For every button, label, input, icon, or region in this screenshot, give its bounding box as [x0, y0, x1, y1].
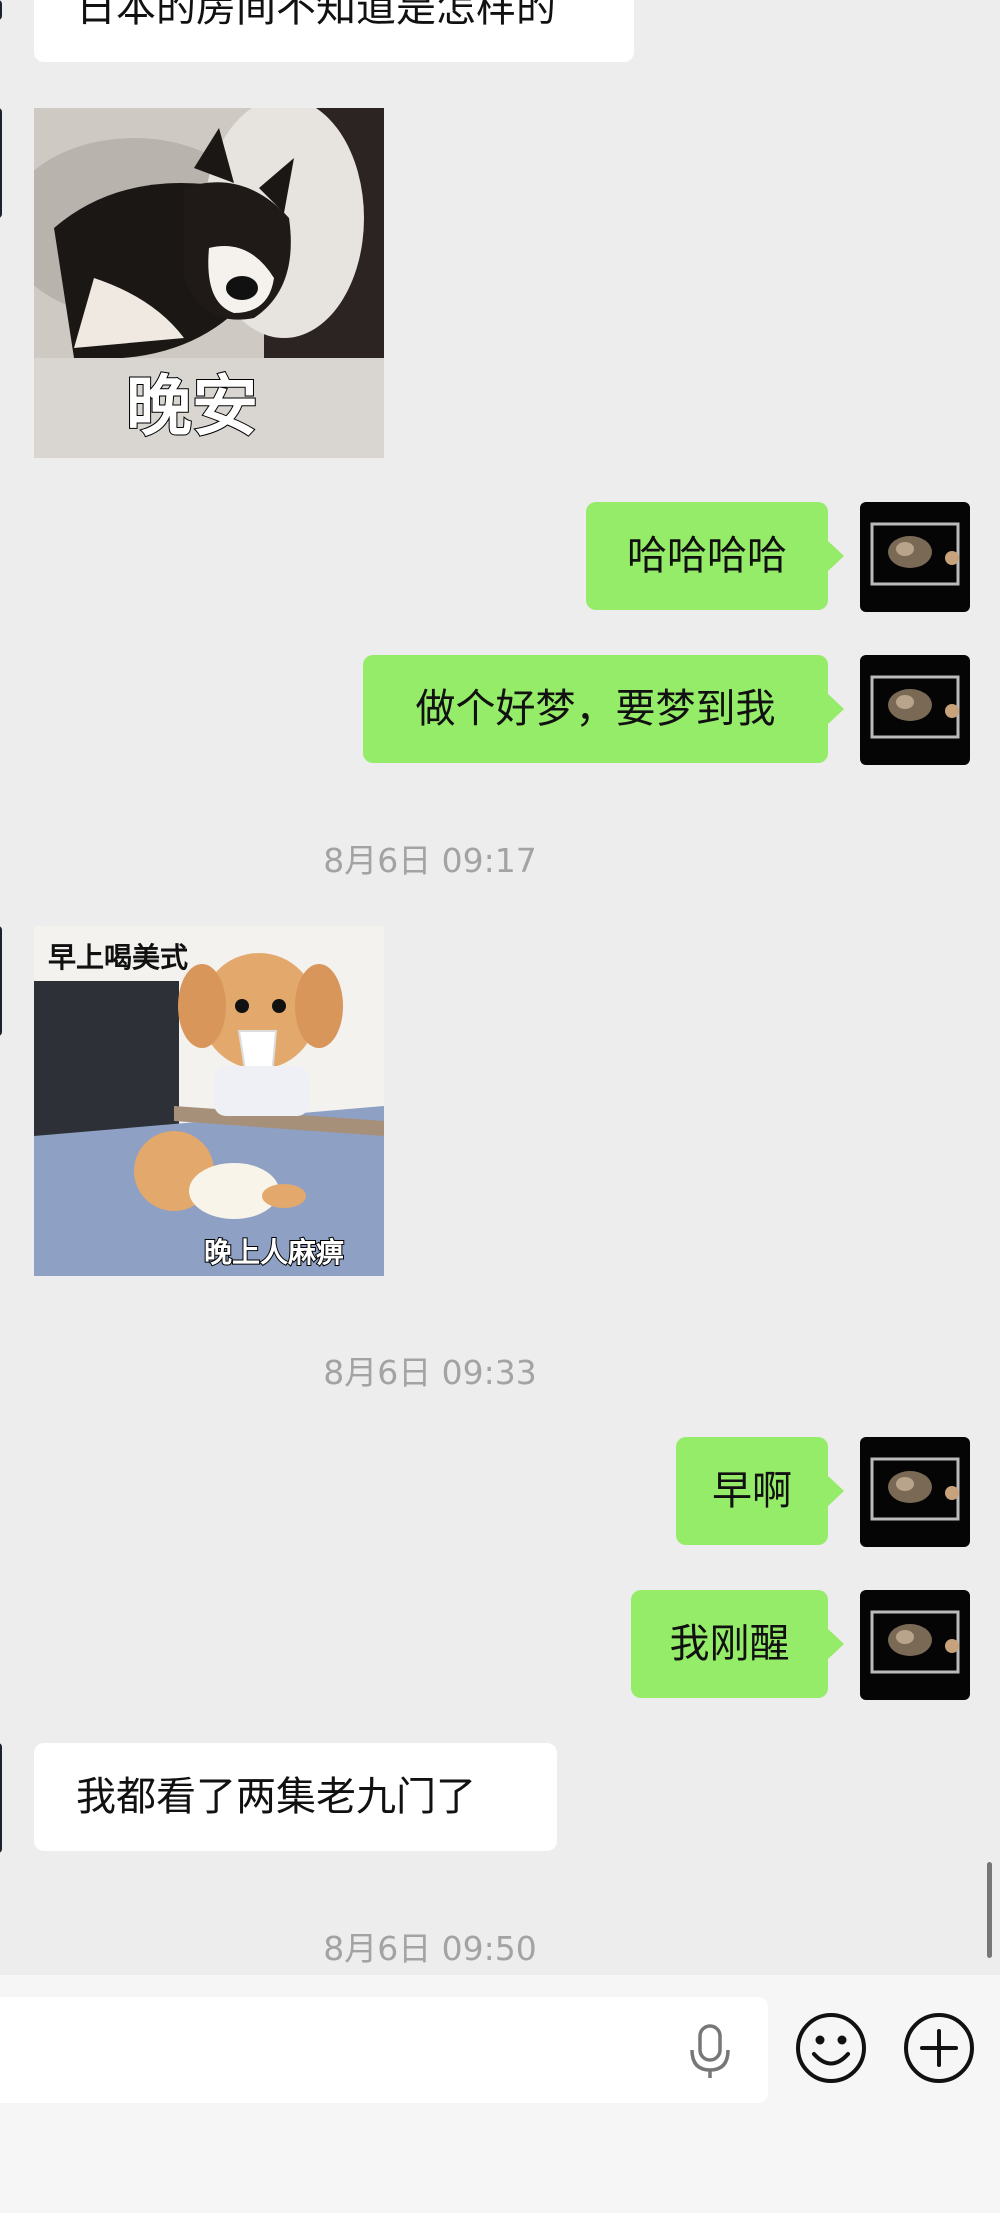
sticker-caption: 晚上人麻痹	[203, 1235, 345, 1270]
avatar-image	[870, 1610, 960, 1674]
sticker-message[interactable]: 晚安	[34, 108, 384, 458]
outgoing-message[interactable]: 哈哈哈哈	[586, 502, 844, 610]
message-text: 日本的房间不知道是怎样的	[76, 0, 556, 31]
incoming-message[interactable]: 我都看了两集老九门了	[34, 1743, 557, 1851]
contact-avatar[interactable]	[0, 0, 2, 20]
plus-circle-icon[interactable]	[902, 2011, 976, 2085]
sticker-caption: 早上喝美式	[48, 941, 189, 974]
message-input[interactable]	[0, 1997, 768, 2103]
timestamp: 8月6日 09:33	[323, 1353, 537, 1392]
message-text: 我都看了两集老九门了	[76, 1774, 476, 1820]
timestamp: 8月6日 09:17	[323, 841, 537, 880]
avatar-image	[870, 675, 960, 739]
my-avatar[interactable]	[860, 655, 970, 765]
timestamp: 8月6日 09:50	[323, 1929, 537, 1968]
outgoing-message[interactable]: 做个好梦，要梦到我	[363, 655, 844, 763]
contact-avatar[interactable]	[0, 1743, 2, 1853]
message-text: 我刚醒	[669, 1621, 790, 1667]
chat-history[interactable]: 日本的房间不知道是怎样的 晚安 哈哈哈哈 做个好梦，要梦到我 8月6日 09:1…	[0, 0, 1000, 1975]
message-text: 哈哈哈哈	[627, 533, 787, 579]
smiley-face-icon[interactable]	[794, 2011, 868, 2085]
bear-toy-sticker	[34, 926, 384, 1276]
my-avatar[interactable]	[860, 502, 970, 612]
sticker-caption: 晚安	[125, 367, 259, 446]
microphone-icon[interactable]	[686, 2024, 734, 2080]
message-text: 做个好梦，要梦到我	[415, 686, 776, 732]
my-avatar[interactable]	[860, 1437, 970, 1547]
sticker-message[interactable]: 早上喝美式 晚上人麻痹	[34, 926, 384, 1276]
message-text: 早啊	[712, 1468, 792, 1514]
outgoing-message[interactable]: 早啊	[676, 1437, 844, 1545]
outgoing-message[interactable]: 我刚醒	[631, 1590, 844, 1698]
scrollbar[interactable]	[987, 1862, 992, 1958]
incoming-message[interactable]: 日本的房间不知道是怎样的	[34, 0, 634, 62]
contact-avatar[interactable]	[0, 926, 2, 1036]
contact-avatar[interactable]	[0, 108, 2, 218]
avatar-image	[870, 522, 960, 586]
my-avatar[interactable]	[860, 1590, 970, 1700]
avatar-image	[870, 1457, 960, 1521]
